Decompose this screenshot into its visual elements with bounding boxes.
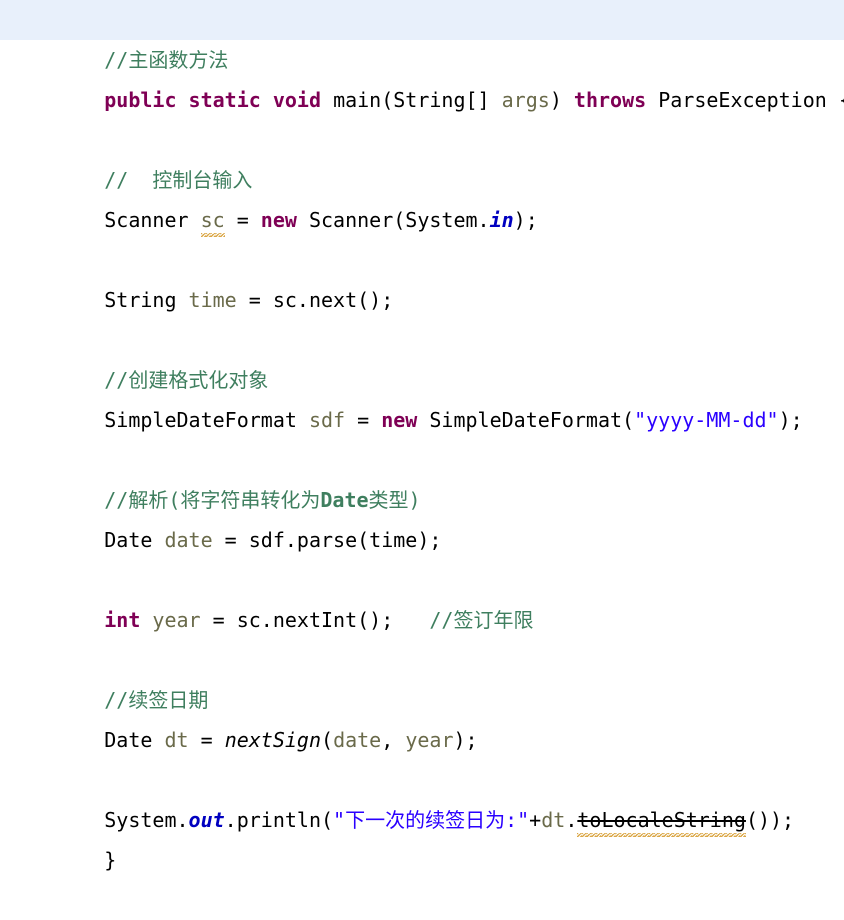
code-line-16-blank bbox=[0, 600, 844, 640]
code-line-9[interactable]: //创建格式化对象 bbox=[0, 320, 844, 392]
code-line-10[interactable]: SimpleDateFormat sdf = new SimpleDateFor… bbox=[0, 360, 844, 432]
code-line-14-blank bbox=[0, 520, 844, 560]
code-line-4[interactable]: // 控制台输入 bbox=[0, 120, 844, 192]
code-line-11-blank bbox=[0, 400, 844, 440]
code-line-15[interactable]: int year = sc.nextInt(); //签订年限 bbox=[0, 560, 844, 632]
code-line-18[interactable]: Date dt = nextSign(date, year); bbox=[0, 680, 844, 752]
code-line-7[interactable]: String time = sc.next(); bbox=[0, 240, 844, 312]
code-line-12[interactable]: //解析(将字符串转化为Date类型) bbox=[0, 440, 844, 512]
code-line-13[interactable]: Date date = sdf.parse(time); bbox=[0, 480, 844, 552]
code-line-6-blank bbox=[0, 200, 844, 240]
code-content[interactable]: //主函数方法 public static void main(String[]… bbox=[0, 0, 844, 872]
code-line-3-blank bbox=[0, 80, 844, 120]
code-line-1[interactable]: //主函数方法 bbox=[0, 0, 844, 72]
closing-brace: } bbox=[104, 848, 117, 872]
code-line-21[interactable]: } bbox=[0, 800, 844, 872]
code-line-19-blank bbox=[0, 720, 844, 760]
code-line-5[interactable]: Scanner sc = new Scanner(System.in); bbox=[0, 160, 844, 237]
code-line-20[interactable]: System.out.println("下一次的续签日为:"+dt.toLoca… bbox=[0, 760, 844, 837]
code-line-8-blank bbox=[0, 280, 844, 320]
code-line-17[interactable]: //续签日期 bbox=[0, 640, 844, 712]
code-line-2[interactable]: public static void main(String[] args) t… bbox=[0, 40, 844, 112]
code-editor[interactable]: //主函数方法 public static void main(String[]… bbox=[0, 0, 844, 872]
